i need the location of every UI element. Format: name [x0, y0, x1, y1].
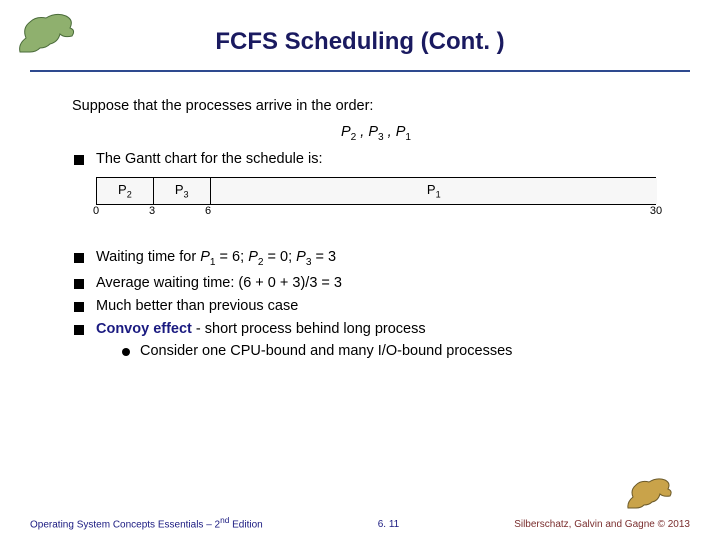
- footer-page-number: 6. 11: [378, 519, 400, 530]
- title-row: FCFS Scheduling (Cont. ): [30, 18, 690, 66]
- gantt-segment-p1: P1: [211, 178, 657, 204]
- bullet-better: Much better than previous case: [72, 298, 680, 314]
- dinosaur-right-icon: [626, 474, 676, 510]
- bullet-list-2: Waiting time for P1 = 6; P2 = 0; P3 = 3 …: [72, 249, 680, 359]
- slide: FCFS Scheduling (Cont. ) Suppose that th…: [0, 0, 720, 540]
- tick-3: 3: [149, 205, 155, 217]
- tick-0: 0: [93, 205, 99, 217]
- footer-left: Operating System Concepts Essentials – 2…: [30, 515, 263, 530]
- gantt-ticks: 0 3 6 30: [96, 205, 656, 221]
- bullet-gantt-intro: The Gantt chart for the schedule is:: [72, 151, 680, 167]
- gantt-chart: P2 P3 P1 0 3 6 30: [96, 177, 656, 221]
- process-order-line: P2 , P3 , P1: [72, 124, 680, 143]
- title-underline: [30, 70, 690, 72]
- footer-right: Silberschatz, Galvin and Gagne © 2013: [514, 519, 690, 530]
- tick-6: 6: [205, 205, 211, 217]
- sub-bullet-list: Consider one CPU-bound and many I/O-boun…: [120, 343, 680, 359]
- term-convoy-effect: Convoy effect: [96, 321, 192, 337]
- gantt-bar: P2 P3 P1: [96, 177, 656, 205]
- bullet-list: The Gantt chart for the schedule is:: [72, 151, 680, 167]
- slide-title: FCFS Scheduling (Cont. ): [30, 28, 690, 56]
- gantt-segment-p3: P3: [154, 178, 211, 204]
- slide-body: Suppose that the processes arrive in the…: [72, 96, 680, 366]
- footer: Operating System Concepts Essentials – 2…: [0, 515, 720, 530]
- tick-30: 30: [650, 205, 662, 217]
- bullet-waiting-time: Waiting time for P1 = 6; P2 = 0; P3 = 3: [72, 249, 680, 268]
- intro-text: Suppose that the processes arrive in the…: [72, 96, 680, 118]
- bullet-convoy: Convoy effect - short process behind lon…: [72, 321, 680, 359]
- bullet-average-wait: Average waiting time: (6 + 0 + 3)/3 = 3: [72, 275, 680, 291]
- gantt-segment-p2: P2: [97, 178, 154, 204]
- sub-bullet-cpu-io: Consider one CPU-bound and many I/O-boun…: [120, 343, 680, 359]
